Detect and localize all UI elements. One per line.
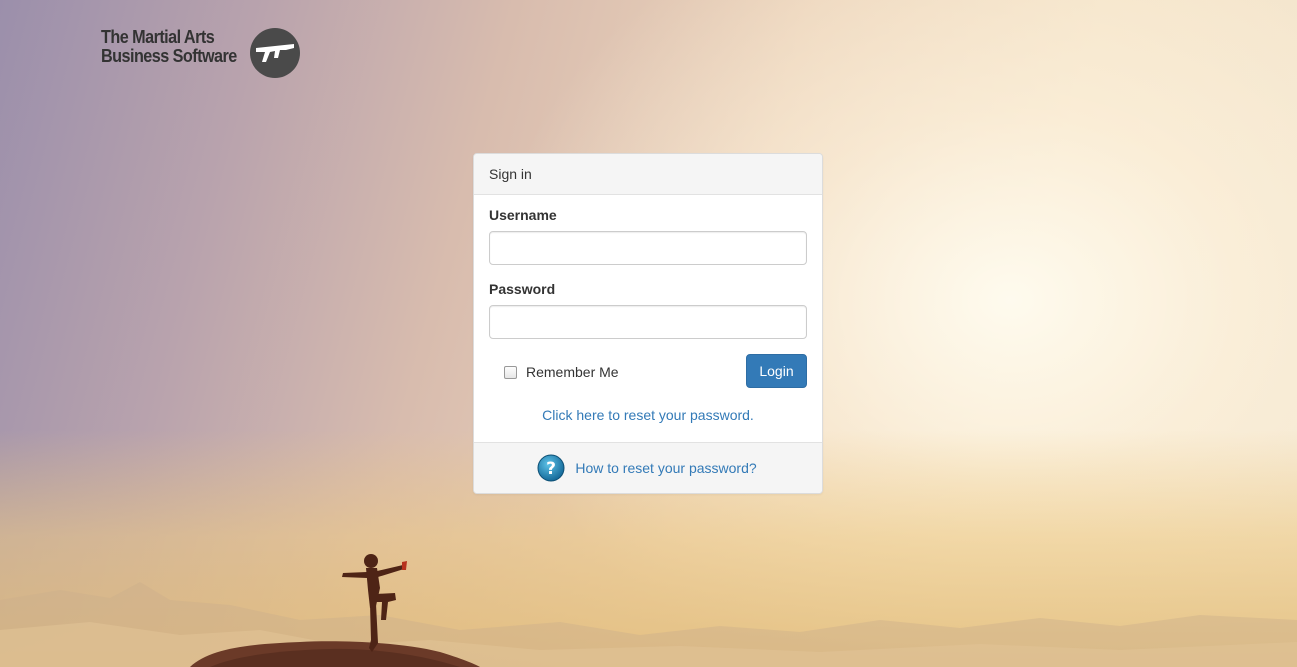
- martial-artist-silhouette: [190, 554, 480, 667]
- login-button[interactable]: Login: [746, 354, 807, 388]
- remember-me-checkbox[interactable]: [504, 365, 517, 379]
- question-help-icon[interactable]: ?: [537, 454, 565, 482]
- password-group: Password: [489, 280, 807, 339]
- remember-login-row: Remember Me Login: [489, 354, 807, 388]
- sign-in-panel: Sign in Username Password Remember Me Lo…: [473, 153, 823, 494]
- brand-logo[interactable]: The Martial Arts Business Software: [101, 28, 300, 78]
- brand-name: The Martial Arts Business Software: [101, 28, 237, 66]
- remember-me-label: Remember Me: [526, 364, 619, 380]
- username-input[interactable]: [489, 231, 807, 265]
- reset-password-link[interactable]: Click here to reset your password.: [489, 405, 807, 425]
- panel-heading: Sign in: [474, 154, 822, 195]
- panel-body: Username Password Remember Me Login Clic…: [474, 195, 822, 425]
- password-input[interactable]: [489, 305, 807, 339]
- password-label: Password: [489, 281, 556, 297]
- how-to-reset-link[interactable]: How to reset your password?: [575, 460, 756, 476]
- brand-line-1: The Martial Arts: [101, 27, 215, 47]
- panel-footer: ? How to reset your password?: [474, 442, 822, 493]
- username-group: Username: [489, 206, 807, 265]
- username-label: Username: [489, 207, 557, 223]
- brand-line-2: Business Software: [101, 46, 237, 66]
- remember-me[interactable]: Remember Me: [504, 364, 619, 380]
- martial-arts-emblem-icon: [250, 28, 300, 78]
- svg-text:?: ?: [546, 459, 556, 479]
